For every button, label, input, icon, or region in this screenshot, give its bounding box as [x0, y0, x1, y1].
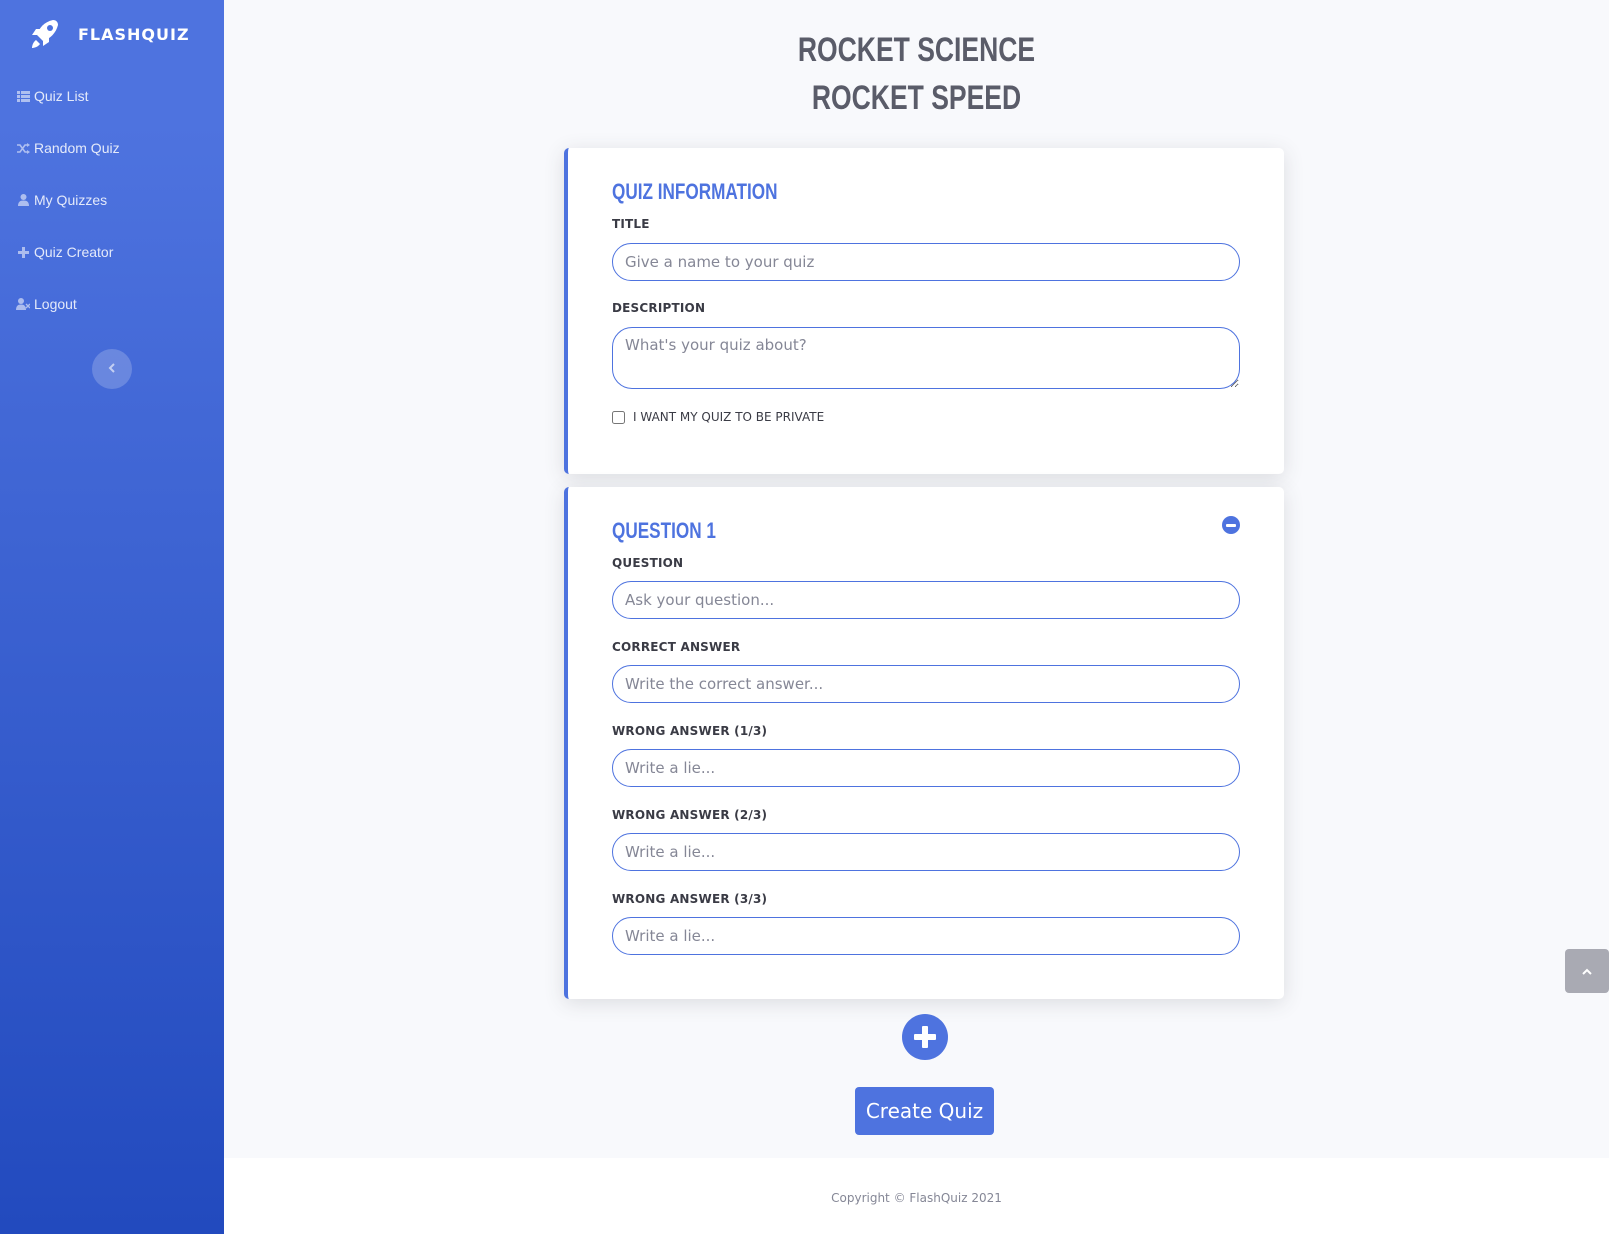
question-title: QUESTION 1 — [612, 518, 716, 543]
sidebar-toggle-button[interactable] — [92, 349, 132, 389]
main-content: ROCKET SCIENCE ROCKET SPEED QUIZ INFORMA… — [224, 0, 1609, 1234]
page-title: ROCKET SCIENCE ROCKET SPEED — [376, 26, 1456, 122]
wrong-answer-2-label: WRONG ANSWER (2/3) — [612, 808, 768, 822]
scroll-to-top-button[interactable] — [1565, 949, 1609, 993]
sidebar-item-label: Logout — [34, 296, 77, 312]
brand-name: FLASHQUIZ — [78, 24, 190, 44]
quiz-information-title: QUIZ INFORMATION — [612, 179, 778, 204]
sidebar-item-logout[interactable]: Logout — [0, 278, 224, 330]
footer: Copyright © FlashQuiz 2021 — [224, 1158, 1609, 1234]
wrong-answer-1-input[interactable] — [612, 749, 1240, 787]
page-title-line-2: ROCKET SPEED — [811, 79, 1022, 117]
wrong-answer-3-input[interactable] — [612, 917, 1240, 955]
wrong-answer-2-input[interactable] — [612, 833, 1240, 871]
private-checkbox-label: I WANT MY QUIZ TO BE PRIVATE — [633, 410, 825, 424]
sidebar-item-quiz-creator[interactable]: Quiz Creator — [0, 226, 224, 278]
sidebar-item-quiz-list[interactable]: Quiz List — [0, 70, 224, 122]
page-title-line-1: ROCKET SCIENCE — [797, 31, 1036, 69]
sidebar: FLASHQUIZ Quiz List Random Quiz My Quizz… — [0, 0, 224, 1234]
sidebar-item-label: Quiz Creator — [34, 244, 114, 260]
rocket-icon — [28, 17, 62, 51]
quiz-title-input[interactable] — [612, 243, 1240, 281]
sidebar-item-random-quiz[interactable]: Random Quiz — [0, 122, 224, 174]
create-quiz-button[interactable]: Create Quiz — [855, 1087, 994, 1135]
brand[interactable]: FLASHQUIZ — [0, 0, 224, 68]
random-icon — [16, 141, 30, 155]
question-card: QUESTION 1 QUESTION CORRECT ANSWER WRONG… — [564, 487, 1284, 999]
chevron-left-icon — [108, 360, 116, 378]
plus-icon — [16, 245, 30, 259]
private-checkbox-row[interactable]: I WANT MY QUIZ TO BE PRIVATE — [612, 410, 824, 424]
correct-answer-input[interactable] — [612, 665, 1240, 703]
quiz-information-card: QUIZ INFORMATION TITLE DESCRIPTION I WAN… — [564, 148, 1284, 474]
wrong-answer-1-label: WRONG ANSWER (1/3) — [612, 724, 768, 738]
add-question-button[interactable] — [902, 1014, 948, 1060]
user-times-icon — [16, 297, 30, 311]
wrong-answer-3-label: WRONG ANSWER (3/3) — [612, 892, 768, 906]
sidebar-item-my-quizzes[interactable]: My Quizzes — [0, 174, 224, 226]
correct-answer-label: CORRECT ANSWER — [612, 640, 741, 654]
sidebar-item-label: Random Quiz — [34, 140, 120, 156]
description-label: DESCRIPTION — [612, 301, 706, 315]
question-label: QUESTION — [612, 556, 684, 570]
list-icon — [16, 89, 30, 103]
quiz-description-input[interactable] — [612, 327, 1240, 389]
copyright-text: Copyright © FlashQuiz 2021 — [831, 1191, 1002, 1205]
sidebar-item-label: My Quizzes — [34, 192, 108, 208]
user-icon — [16, 193, 30, 207]
remove-question-button[interactable] — [1222, 516, 1240, 534]
private-checkbox[interactable] — [612, 410, 625, 424]
title-label: TITLE — [612, 217, 650, 231]
sidebar-item-label: Quiz List — [34, 88, 89, 104]
question-input[interactable] — [612, 581, 1240, 619]
chevron-up-icon — [1582, 962, 1592, 980]
